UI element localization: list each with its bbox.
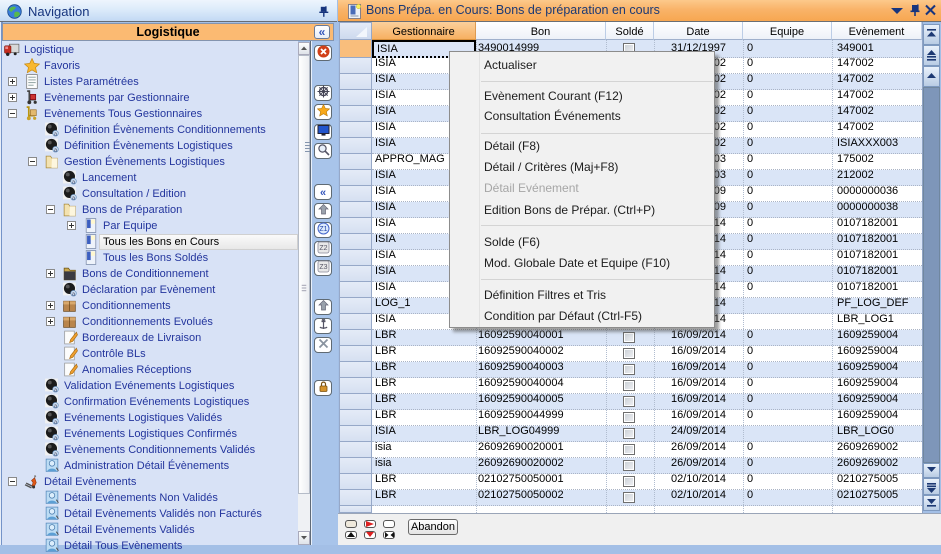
svg-text:a: a (54, 147, 57, 153)
svg-text:a: a (54, 451, 57, 457)
svg-text:a: a (54, 419, 57, 425)
svg-text:a: a (72, 195, 75, 201)
svg-text:a: a (54, 131, 57, 137)
svg-text:a: a (54, 435, 57, 441)
svg-text:a: a (54, 387, 57, 393)
svg-text:Z3: Z3 (319, 264, 327, 271)
svg-text:a: a (72, 179, 75, 185)
svg-text:Z1: Z1 (319, 226, 327, 233)
svg-text:a: a (72, 291, 75, 297)
svg-text:a: a (54, 403, 57, 409)
svg-text:Z2: Z2 (319, 245, 327, 252)
